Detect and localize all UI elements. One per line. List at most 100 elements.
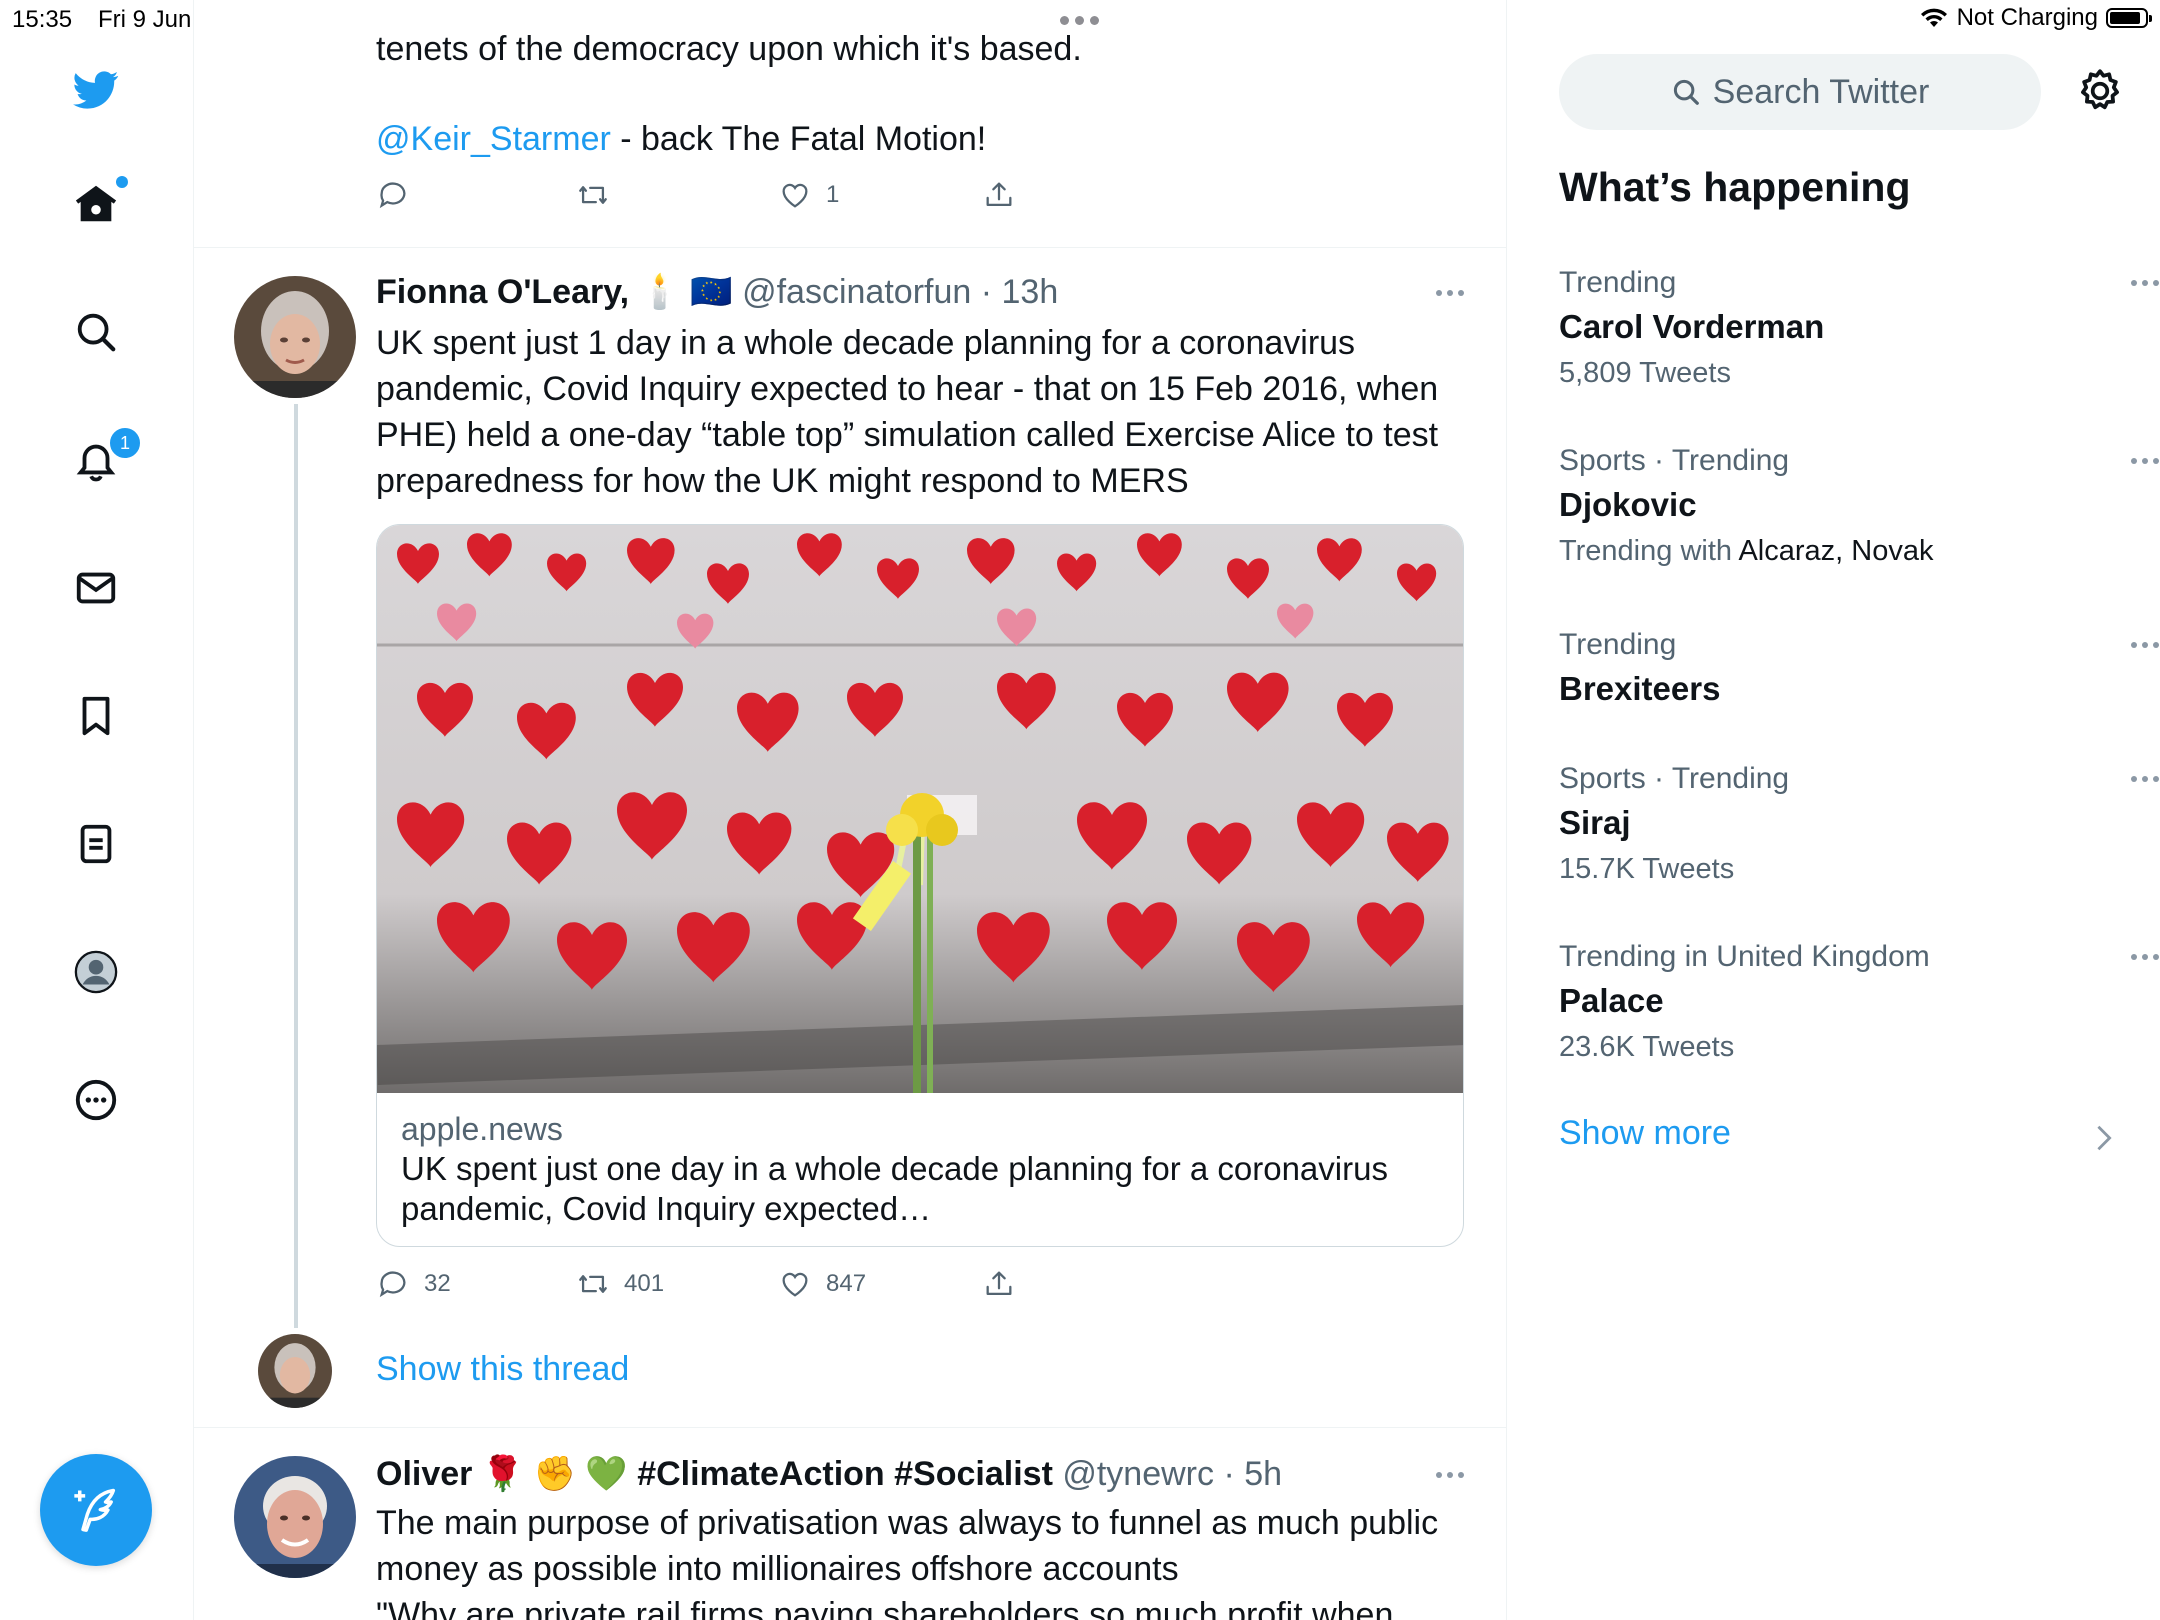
mention-link[interactable]: @Keir_Starmer bbox=[376, 120, 611, 158]
heart-icon bbox=[782, 1272, 808, 1297]
lists-icon[interactable] bbox=[70, 818, 122, 870]
tweet-actions: 32 401 847 bbox=[376, 1267, 1016, 1301]
profile-icon[interactable] bbox=[70, 946, 122, 998]
bookmark-icon[interactable] bbox=[70, 690, 122, 742]
retweet-icon bbox=[579, 1275, 607, 1293]
trend-name: Siraj bbox=[1559, 804, 1631, 841]
tweet-time[interactable]: 13h bbox=[1002, 273, 1059, 311]
display-name[interactable]: Oliver bbox=[376, 1455, 472, 1493]
tweet-actions: 1 bbox=[376, 178, 1016, 212]
tweet-more-icon[interactable] bbox=[1436, 290, 1464, 296]
trend-item[interactable]: Sports · Trending Djokovic Trending with… bbox=[1559, 440, 2159, 574]
heart-icon bbox=[782, 183, 808, 208]
trend-name: Carol Vorderman bbox=[1559, 308, 1825, 345]
retweet-count: 401 bbox=[624, 1270, 665, 1297]
trend-item[interactable]: Trending in United Kingdom Palace 23.6K … bbox=[1559, 936, 2159, 1070]
home-unread-dot bbox=[116, 176, 128, 188]
card-domain: apple.news bbox=[401, 1111, 563, 1147]
share-button[interactable] bbox=[982, 178, 1016, 212]
trend-count: 23.6K Tweets bbox=[1559, 1031, 1735, 1063]
retweet-icon bbox=[579, 186, 607, 204]
tweet-text: tenets of the democracy upon which it's … bbox=[376, 30, 1082, 68]
more-circle-icon[interactable] bbox=[70, 1074, 122, 1126]
trend-more-icon[interactable] bbox=[2131, 954, 2159, 960]
display-name[interactable]: Fionna O'Leary, bbox=[376, 273, 629, 311]
trend-more-icon[interactable] bbox=[2131, 642, 2159, 648]
trend-more-icon[interactable] bbox=[2131, 776, 2159, 782]
trend-more-icon[interactable] bbox=[2131, 280, 2159, 286]
show-thread-link[interactable]: Show this thread bbox=[376, 1350, 629, 1389]
search-placeholder: Search Twitter bbox=[1712, 72, 1930, 111]
trend-context: Sports · Trending bbox=[1559, 762, 1790, 795]
like-count: 847 bbox=[826, 1270, 867, 1297]
tweet-divider bbox=[193, 247, 1506, 248]
reply-icon bbox=[379, 1271, 406, 1298]
handle[interactable]: @fascinatorfun bbox=[742, 273, 971, 311]
thread-line bbox=[294, 404, 298, 1328]
trend-context: Trending in United Kingdom bbox=[1559, 940, 1930, 973]
reply-button[interactable]: 32 bbox=[376, 1267, 576, 1301]
gear-icon[interactable] bbox=[2075, 66, 2125, 116]
tweet-text: UK spent just 1 day in a whole decade pl… bbox=[376, 324, 1439, 500]
show-more-link[interactable]: Show more bbox=[1559, 1114, 1731, 1153]
trending-with-names[interactable]: Alcaraz, Novak bbox=[1738, 535, 1933, 567]
trend-context: Sports · Trending bbox=[1559, 444, 1790, 477]
search-input[interactable]: Search Twitter bbox=[1559, 54, 2041, 130]
separator-dot: · bbox=[1214, 1455, 1245, 1493]
notifications-bell-icon[interactable]: 1 bbox=[70, 426, 142, 486]
trend-more-icon[interactable] bbox=[2131, 458, 2159, 464]
trend-item[interactable]: Trending Brexiteers bbox=[1559, 624, 2159, 712]
twitter-logo-icon[interactable] bbox=[70, 64, 122, 116]
trend-item[interactable]: Sports · Trending Siraj 15.7K Tweets bbox=[1559, 758, 2159, 892]
like-button[interactable]: 847 bbox=[778, 1267, 982, 1301]
share-button[interactable] bbox=[982, 1267, 1016, 1301]
retweet-button[interactable] bbox=[576, 178, 778, 212]
left-nav: 1 bbox=[0, 0, 194, 1620]
section-title: What’s happening bbox=[1559, 164, 1911, 210]
tweet-header: Fionna O'Leary, 🕯️ 🇪🇺 @fascinatorfun · 1… bbox=[376, 270, 1058, 314]
share-icon bbox=[986, 182, 1012, 207]
notifications-badge: 1 bbox=[108, 426, 142, 460]
home-icon[interactable] bbox=[70, 176, 128, 230]
tweet-more-icon[interactable] bbox=[1436, 1472, 1464, 1478]
link-card[interactable]: apple.news UK spent just one day in a wh… bbox=[376, 524, 1464, 1247]
messages-mail-icon[interactable] bbox=[70, 562, 122, 614]
trend-name: Palace bbox=[1559, 982, 1664, 1019]
tweet-time[interactable]: 5h bbox=[1244, 1455, 1282, 1493]
tweet-text-line: "Why are private rail firms paying share… bbox=[376, 1596, 1394, 1620]
card-title: UK spent just one day in a whole decade … bbox=[401, 1150, 1388, 1227]
trend-context: Trending bbox=[1559, 266, 1677, 299]
tweet-header: Oliver 🌹 ✊ 💚 #ClimateAction #Socialist @… bbox=[376, 1452, 1282, 1496]
trend-context: Trending bbox=[1559, 628, 1677, 661]
tweet-text-line: @Keir_Starmer - back The Fatal Motion! bbox=[376, 116, 986, 162]
compose-tweet-button[interactable] bbox=[40, 1454, 152, 1566]
tweet-text-rest: - back The Fatal Motion! bbox=[610, 120, 987, 158]
tweet-text: The main purpose of privatisation was al… bbox=[376, 1504, 1439, 1588]
handle[interactable]: @tynewrc bbox=[1062, 1455, 1214, 1493]
reply-button[interactable] bbox=[376, 178, 576, 212]
reply-icon bbox=[379, 182, 406, 209]
name-hashtags: #ClimateAction #Socialist bbox=[637, 1455, 1053, 1493]
avatar[interactable] bbox=[234, 1456, 356, 1578]
name-emoji: 🕯️ 🇪🇺 bbox=[638, 273, 733, 311]
search-icon bbox=[1673, 79, 1699, 105]
trend-item[interactable]: Trending Carol Vorderman 5,809 Tweets bbox=[1559, 262, 2159, 396]
trend-count: 15.7K Tweets bbox=[1559, 853, 1735, 885]
compose-icon bbox=[74, 1488, 116, 1532]
timeline: tenets of the democracy upon which it's … bbox=[193, 0, 1507, 1620]
right-sidebar: Search Twitter What’s happening Trending… bbox=[1507, 0, 2160, 1620]
share-icon bbox=[986, 1271, 1012, 1296]
tweet-divider bbox=[193, 1427, 1506, 1428]
trend-count: Trending with Alcaraz, Novak bbox=[1559, 528, 2119, 574]
trend-name: Djokovic bbox=[1559, 486, 1697, 523]
name-emoji: 🌹 ✊ 💚 bbox=[481, 1455, 628, 1493]
chevron-right-icon bbox=[2097, 1125, 2112, 1151]
search-icon[interactable] bbox=[70, 306, 122, 358]
trend-name: Brexiteers bbox=[1559, 670, 1721, 707]
thread-avatar[interactable] bbox=[258, 1334, 332, 1408]
trend-count: 5,809 Tweets bbox=[1559, 357, 1731, 389]
reply-count: 32 bbox=[424, 1270, 451, 1297]
like-button[interactable]: 1 bbox=[778, 178, 982, 212]
retweet-button[interactable]: 401 bbox=[576, 1267, 778, 1301]
avatar[interactable] bbox=[234, 276, 356, 398]
